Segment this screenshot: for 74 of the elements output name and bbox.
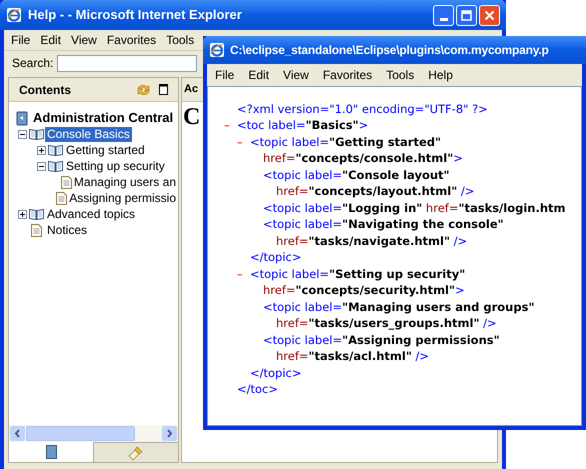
expand-icon[interactable] bbox=[37, 146, 46, 154]
menu-item[interactable]: File bbox=[209, 66, 240, 84]
tree-item[interactable]: Advanced topics bbox=[45, 206, 138, 222]
xml-line: href="concepts/console.html"> bbox=[263, 150, 463, 168]
maximize-icon bbox=[461, 10, 472, 20]
collapse-icon[interactable] bbox=[37, 162, 46, 170]
collapse-toggle[interactable]: – bbox=[237, 266, 250, 283]
scroll-thumb[interactable] bbox=[26, 426, 135, 441]
maximize-panel-icon[interactable] bbox=[159, 84, 168, 95]
menu-item[interactable]: View bbox=[66, 31, 102, 49]
minimize-icon bbox=[440, 18, 448, 20]
menu-item[interactable]: Help bbox=[422, 66, 459, 84]
tree-item[interactable]: Console Basics bbox=[45, 126, 132, 142]
page-heading: C bbox=[182, 103, 202, 132]
book-icon bbox=[29, 128, 44, 140]
book-cover-icon bbox=[16, 110, 28, 126]
xml-line: </toc> bbox=[237, 381, 278, 398]
browser-icon bbox=[6, 7, 22, 23]
xml-line: </topic> bbox=[250, 249, 302, 266]
collapse-toggle[interactable]: – bbox=[237, 134, 250, 151]
tree-item[interactable]: Assigning permissio bbox=[67, 190, 178, 206]
search-field[interactable] bbox=[57, 54, 198, 72]
horizontal-scrollbar[interactable] bbox=[9, 425, 178, 442]
menu-item[interactable]: Tools bbox=[161, 31, 200, 49]
page-icon bbox=[56, 192, 68, 204]
tree-item[interactable]: Notices bbox=[45, 222, 90, 238]
maximize-button[interactable] bbox=[456, 4, 477, 26]
menu-item[interactable]: File bbox=[6, 31, 36, 49]
search-label: Search: bbox=[12, 55, 54, 72]
minimize-button[interactable] bbox=[433, 4, 454, 26]
menu-item[interactable]: Favorites bbox=[102, 31, 162, 49]
window-title: C:\eclipse_standalone\Eclipse\plugins\com.mycompany.p bbox=[230, 42, 549, 59]
page-icon bbox=[60, 176, 72, 188]
book-cover-icon bbox=[46, 445, 56, 459]
xml-line: <?xml version="1.0" encoding="UTF-8" ?> bbox=[237, 100, 488, 118]
xml-line: href="tasks/users_groups.html" /> bbox=[276, 315, 497, 332]
book-icon bbox=[48, 160, 63, 172]
expand-icon[interactable] bbox=[18, 210, 27, 218]
tree-item[interactable]: Managing users an bbox=[72, 174, 178, 190]
tree-item[interactable]: Setting up security bbox=[64, 158, 167, 174]
sync-icon[interactable] bbox=[136, 82, 151, 96]
xml-line: <topic label="Assigning permissions" bbox=[263, 332, 500, 349]
book-icon bbox=[48, 144, 63, 156]
xml-line: <topic label="Getting started" bbox=[250, 134, 441, 151]
tree-item[interactable]: Getting started bbox=[64, 142, 147, 158]
panel-title: Ac bbox=[184, 82, 198, 98]
xml-line: href="concepts/security.html"> bbox=[263, 282, 465, 300]
xml-line: <toc label="Basics"> bbox=[237, 117, 368, 134]
book-icon bbox=[29, 208, 44, 220]
xml-line: <topic label="Navigating the console" bbox=[263, 216, 504, 234]
panel-title: Contents bbox=[19, 82, 72, 98]
menu-item[interactable]: Tools bbox=[380, 66, 420, 84]
tree-root-label[interactable]: Administration Central bbox=[33, 108, 174, 128]
menu-item[interactable]: Edit bbox=[35, 31, 66, 49]
xml-line: <topic label="Managing users and groups" bbox=[263, 298, 534, 316]
xml-line: <topic label="Logging in" href="tasks/login.htm bbox=[263, 200, 566, 217]
window-title: Help - - Microsoft Internet Explorer bbox=[28, 6, 243, 24]
xml-line: href="tasks/navigate.html" /> bbox=[276, 232, 468, 250]
menu-item[interactable]: Edit bbox=[242, 66, 276, 84]
collapse-toggle[interactable]: – bbox=[224, 117, 237, 134]
xml-line: href="tasks/acl.html" /> bbox=[276, 348, 429, 366]
browser-icon bbox=[209, 42, 225, 58]
menu-item[interactable]: View bbox=[277, 66, 315, 84]
collapse-icon[interactable] bbox=[18, 130, 27, 138]
scroll-left-icon[interactable] bbox=[10, 426, 25, 441]
scroll-right-icon[interactable] bbox=[162, 426, 177, 441]
menu-item[interactable]: Favorites bbox=[316, 66, 378, 84]
close-icon bbox=[484, 10, 495, 20]
xml-line: <topic label="Setting up security" bbox=[250, 266, 466, 283]
xml-line: href="concepts/layout.html" /> bbox=[276, 183, 474, 200]
xml-line: <topic label="Console layout" bbox=[263, 166, 450, 184]
xml-line: </topic> bbox=[250, 364, 302, 382]
close-button[interactable] bbox=[479, 4, 500, 26]
page-icon bbox=[31, 224, 42, 236]
